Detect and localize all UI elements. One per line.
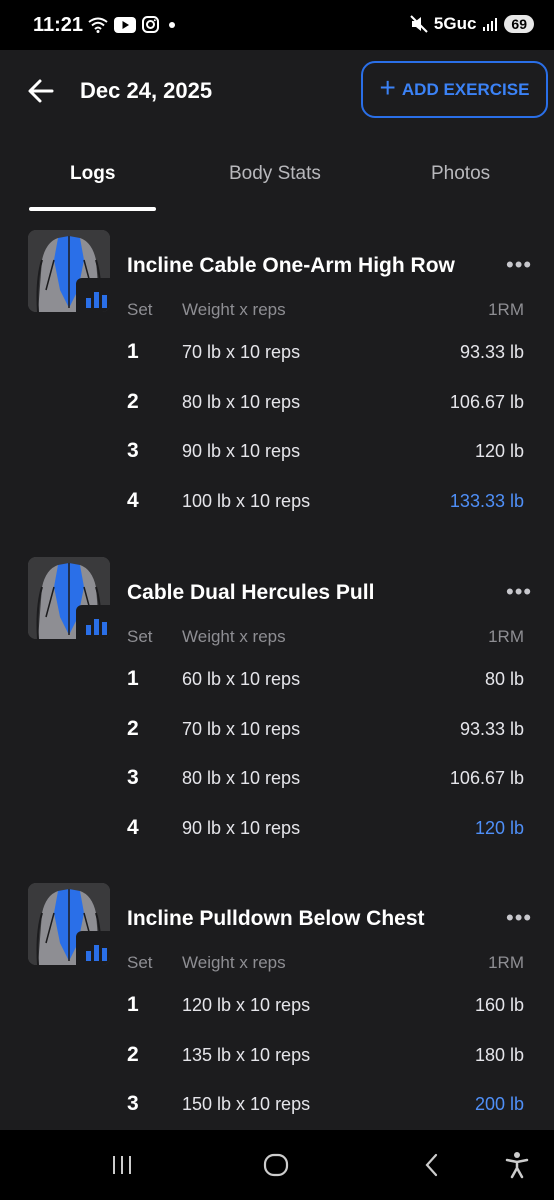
bar-chart-icon [76, 931, 110, 965]
set-weight-reps: 120 lb x 10 reps [182, 995, 311, 1015]
tab-logs[interactable]: Logs [70, 163, 115, 185]
battery-icon: 69 [504, 15, 534, 33]
add-exercise-button[interactable]: + ADD EXERCISE [361, 61, 548, 118]
set-number: 3 [127, 439, 139, 462]
set-weight-reps: 135 lb x 10 reps [182, 1044, 311, 1065]
column-header-1rm: 1RM [488, 627, 524, 646]
add-exercise-label: ADD EXERCISE [401, 79, 530, 99]
wifi-icon [88, 17, 108, 33]
plus-icon: + [379, 72, 396, 103]
app-screen: Dec 24, 2025 + ADD EXERCISE Logs Body St… [0, 50, 554, 1130]
set-one-rep-max: 120 lb [474, 441, 524, 461]
exercise-name[interactable]: Incline Pulldown Below Chest [127, 907, 425, 931]
column-header-weight-reps: Weight x reps [182, 953, 286, 972]
status-bar: 11:21 5Guc 69 [0, 0, 554, 50]
exercise-thumbnail[interactable] [28, 230, 110, 312]
set-weight-reps: 70 lb x 10 reps [182, 718, 301, 739]
set-row[interactable]: 1 60 lb x 10 reps 80 lb [0, 667, 554, 707]
active-tab-indicator [29, 207, 156, 211]
set-weight-reps: 80 lb x 10 reps [182, 391, 301, 412]
exercise-thumbnail[interactable] [28, 883, 110, 965]
set-weight-reps: 100 lb x 10 reps [182, 490, 311, 511]
recent-apps-button[interactable] [107, 1150, 137, 1180]
set-number: 2 [127, 716, 139, 740]
set-row[interactable]: 2 80 lb x 10 reps 106.67 lb [0, 390, 554, 430]
set-one-rep-max: 200 lb [474, 1094, 524, 1114]
column-header-set: Set [127, 627, 153, 646]
more-horizontal-icon[interactable]: ••• [506, 905, 532, 931]
set-row[interactable]: 3 90 lb x 10 reps 120 lb [0, 439, 554, 479]
set-row[interactable]: 4 100 lb x 10 reps 133.33 lb [0, 489, 554, 529]
home-button[interactable] [261, 1150, 291, 1180]
set-number: 1 [127, 667, 139, 690]
status-notification-icons [88, 16, 179, 33]
recent-apps-icon [113, 1156, 131, 1174]
set-row[interactable]: 2 135 lb x 10 reps 180 lb [0, 1043, 554, 1083]
bar-chart-icon [76, 278, 110, 312]
set-one-rep-max: 93.33 lb [459, 342, 524, 362]
column-header-weight-reps: Weight x reps [182, 300, 286, 319]
arrow-left-icon [28, 79, 54, 103]
mute-icon [410, 15, 428, 33]
exercise-thumbnail[interactable] [28, 557, 110, 639]
set-weight-reps: 80 lb x 10 reps [182, 768, 301, 788]
set-number: 2 [127, 389, 139, 413]
set-number: 3 [127, 766, 139, 789]
dot-icon [169, 21, 175, 28]
set-number: 4 [127, 488, 139, 512]
set-row[interactable]: 4 90 lb x 10 reps 120 lb [0, 816, 554, 856]
signal-icon [483, 18, 498, 31]
youtube-icon [114, 16, 136, 33]
set-one-rep-max: 93.33 lb [459, 718, 524, 739]
system-nav-bar [0, 1130, 554, 1200]
page-title: Dec 24, 2025 [80, 78, 213, 103]
set-one-rep-max: 160 lb [474, 995, 524, 1015]
column-header-weight-reps: Weight x reps [182, 627, 286, 646]
bar-chart-icon [76, 605, 110, 639]
back-button[interactable] [26, 76, 56, 106]
set-one-rep-max: 133.33 lb [449, 490, 524, 511]
set-row[interactable]: 3 150 lb x 10 reps 200 lb [0, 1092, 554, 1130]
set-one-rep-max: 180 lb [474, 1044, 524, 1065]
set-number: 3 [127, 1092, 139, 1115]
exercise-name[interactable]: Incline Cable One-Arm High Row [127, 254, 455, 278]
set-row[interactable]: 1 120 lb x 10 reps 160 lb [0, 993, 554, 1033]
column-header-set: Set [127, 300, 153, 319]
set-row[interactable]: 1 70 lb x 10 reps 93.33 lb [0, 340, 554, 380]
set-number: 2 [127, 1042, 139, 1066]
exercise-name[interactable]: Cable Dual Hercules Pull [127, 581, 374, 605]
more-horizontal-icon[interactable]: ••• [506, 579, 532, 605]
set-row[interactable]: 2 70 lb x 10 reps 93.33 lb [0, 717, 554, 757]
status-time: 11:21 [33, 14, 84, 36]
column-header-set: Set [127, 953, 153, 972]
set-one-rep-max: 120 lb [474, 817, 524, 838]
set-one-rep-max: 106.67 lb [449, 391, 524, 412]
chevron-left-icon [425, 1153, 438, 1177]
status-right: 5Guc 69 [410, 14, 534, 34]
home-icon [263, 1153, 289, 1177]
tab-photos[interactable]: Photos [431, 163, 490, 185]
set-number: 1 [127, 993, 139, 1016]
set-number: 4 [127, 815, 139, 839]
tab-bar: Logs Body Stats Photos [0, 155, 554, 213]
set-weight-reps: 70 lb x 10 reps [182, 342, 301, 362]
accessibility-button[interactable] [502, 1150, 532, 1180]
set-weight-reps: 90 lb x 10 reps [182, 441, 301, 461]
header: Dec 24, 2025 + ADD EXERCISE [0, 50, 554, 140]
set-row[interactable]: 3 80 lb x 10 reps 106.67 lb [0, 766, 554, 806]
tab-body-stats[interactable]: Body Stats [229, 163, 321, 185]
more-horizontal-icon[interactable]: ••• [506, 252, 532, 278]
column-header-1rm: 1RM [488, 300, 524, 319]
instagram-icon [142, 16, 159, 33]
set-weight-reps: 60 lb x 10 reps [182, 669, 301, 689]
column-header-1rm: 1RM [488, 953, 524, 972]
set-weight-reps: 90 lb x 10 reps [182, 817, 301, 838]
network-label: 5Guc [433, 14, 477, 33]
system-back-button[interactable] [417, 1150, 447, 1180]
set-weight-reps: 150 lb x 10 reps [182, 1094, 311, 1114]
set-one-rep-max: 106.67 lb [449, 768, 524, 788]
set-number: 1 [127, 340, 139, 363]
accessibility-icon [505, 1152, 529, 1179]
set-one-rep-max: 80 lb [484, 669, 524, 689]
